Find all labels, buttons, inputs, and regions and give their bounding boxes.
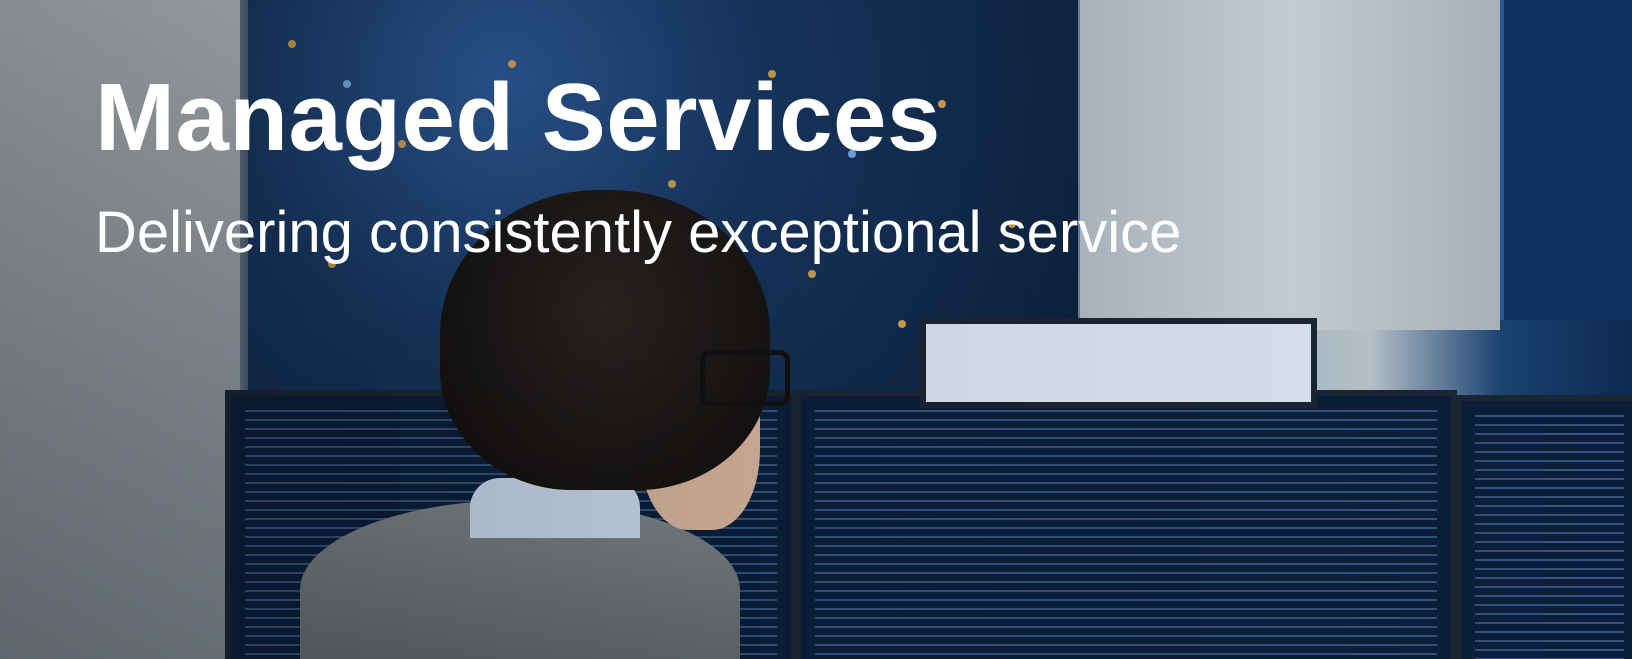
- page-title: Managed Services: [95, 64, 941, 171]
- hero-banner: Managed Services Delivering consistently…: [0, 0, 1632, 659]
- hero-text: Managed Services Delivering consistently…: [95, 70, 1181, 262]
- page-subtitle: Delivering consistently exceptional serv…: [95, 200, 1182, 265]
